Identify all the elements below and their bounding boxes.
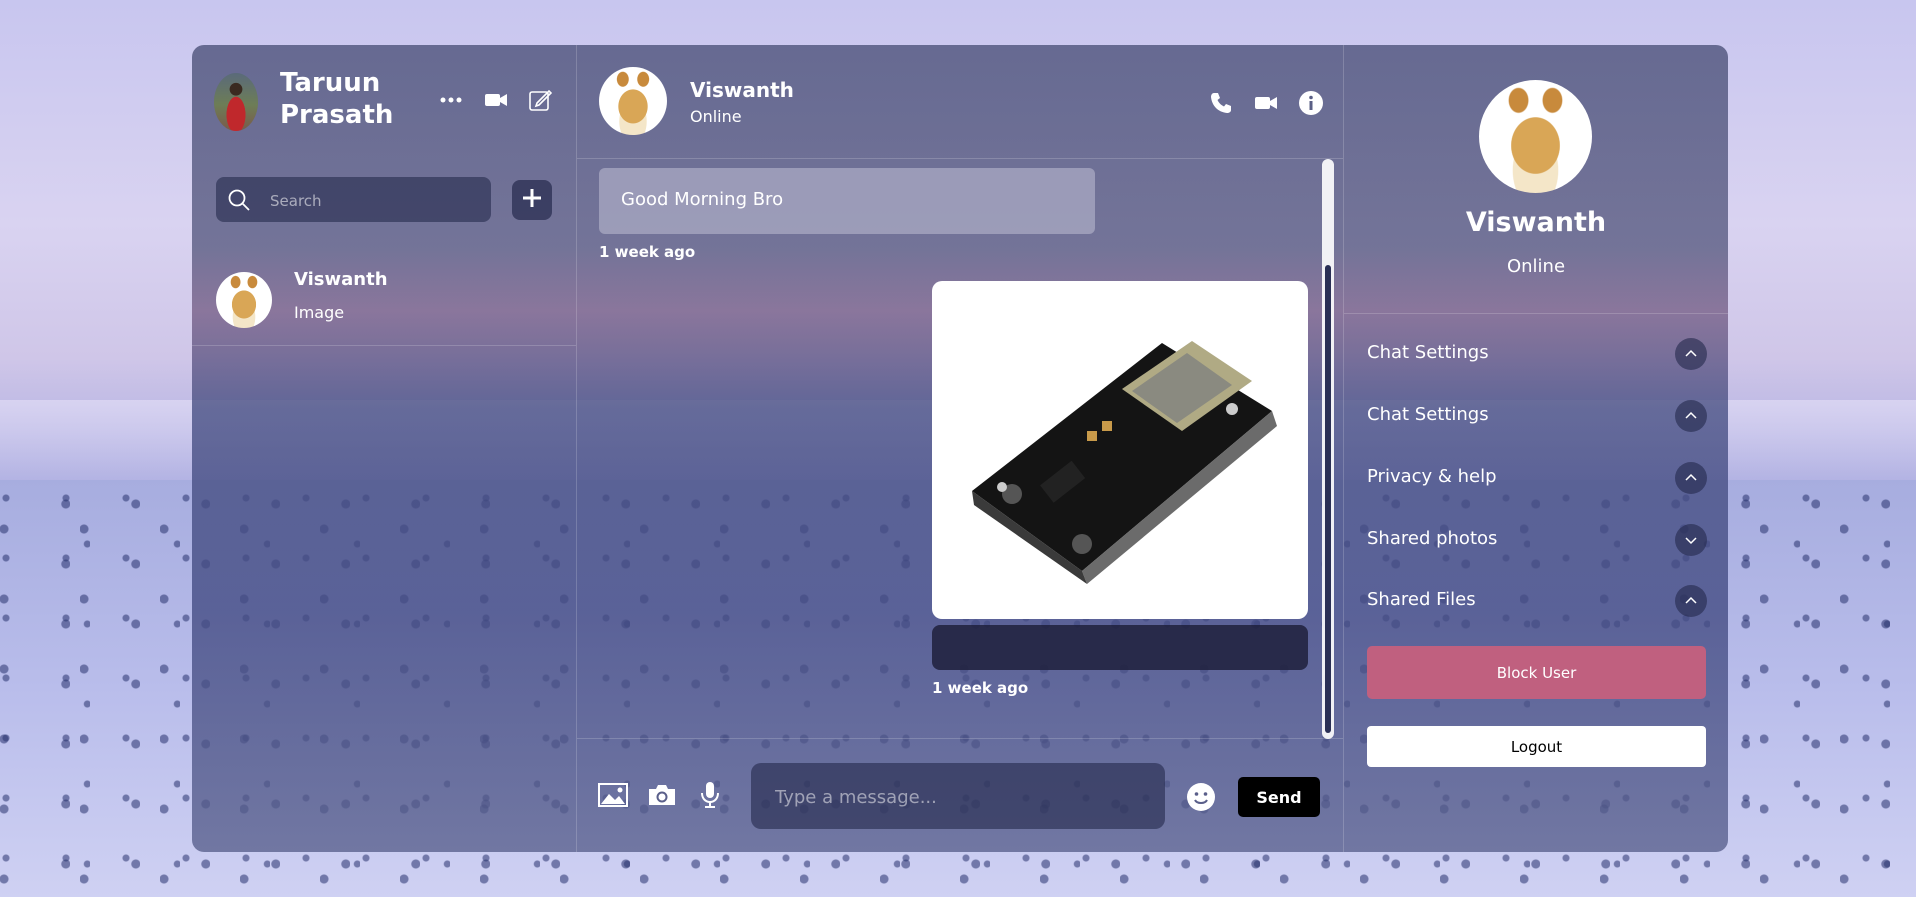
chat-avatar xyxy=(216,272,272,328)
contact-status: Online xyxy=(690,107,742,126)
search-input[interactable] xyxy=(268,177,482,224)
option-privacy-help[interactable]: Privacy & help xyxy=(1367,458,1707,498)
search-icon xyxy=(226,187,252,217)
details-name: Viswanth xyxy=(1465,207,1607,238)
incoming-message: Good Morning Bro xyxy=(599,168,1095,234)
video-icon[interactable] xyxy=(484,88,508,112)
contact-avatar[interactable] xyxy=(599,67,667,135)
message-scrollbar[interactable] xyxy=(1322,159,1334,739)
details-status: Online xyxy=(1506,256,1566,277)
chat-item-last-message: Image xyxy=(294,303,345,322)
camera-icon[interactable] xyxy=(647,783,677,811)
details-panel: Viswanth Online Chat Settings Chat Setti… xyxy=(1344,45,1728,852)
board-image xyxy=(972,341,1277,584)
chevron-up-icon[interactable] xyxy=(1675,338,1707,370)
message-text: Good Morning Bro xyxy=(621,189,784,210)
video-call-icon[interactable] xyxy=(1254,91,1278,119)
option-label: Privacy & help xyxy=(1367,466,1497,487)
chevron-down-icon[interactable] xyxy=(1675,524,1707,556)
message-timestamp: 1 week ago xyxy=(599,243,696,261)
block-user-button[interactable]: Block User xyxy=(1367,646,1706,699)
chat-list-item[interactable]: Viswanth Image xyxy=(192,253,576,346)
conversation-header: Viswanth Online xyxy=(577,45,1343,159)
emoji-icon[interactable] xyxy=(1186,782,1216,816)
conversation-panel: Viswanth Online Good Morning Bro 1 week … xyxy=(577,45,1344,852)
option-shared-photos[interactable]: Shared photos xyxy=(1367,520,1707,560)
plus-icon xyxy=(521,187,543,213)
chat-list-panel: Taruun Prasath Viswanth Image xyxy=(192,45,577,852)
current-user-name: Taruun Prasath xyxy=(280,68,394,130)
chevron-up-icon[interactable] xyxy=(1675,462,1707,494)
option-label: Shared Files xyxy=(1367,589,1476,610)
add-chat-button[interactable] xyxy=(512,180,552,220)
message-list[interactable]: Good Morning Bro 1 week ago 1 week ago xyxy=(577,159,1343,739)
scrollbar-thumb[interactable] xyxy=(1325,265,1331,733)
message-timestamp: 1 week ago xyxy=(932,679,1029,697)
more-icon[interactable] xyxy=(439,88,463,112)
send-button[interactable]: Send xyxy=(1238,777,1320,817)
image-icon[interactable] xyxy=(598,783,628,811)
option-label: Chat Settings xyxy=(1367,404,1489,425)
chat-app: Taruun Prasath Viswanth Image xyxy=(192,45,1728,852)
chat-item-name: Viswanth xyxy=(294,269,388,290)
image-caption xyxy=(932,625,1308,670)
details-header: Viswanth Online xyxy=(1344,45,1728,314)
message-input-box xyxy=(751,763,1165,831)
contact-name: Viswanth xyxy=(690,78,794,102)
mic-icon[interactable] xyxy=(699,781,721,813)
search-box xyxy=(216,177,491,224)
logout-button[interactable]: Logout xyxy=(1367,726,1706,767)
option-label: Chat Settings xyxy=(1367,342,1489,363)
message-input[interactable] xyxy=(773,763,1157,831)
chevron-up-icon[interactable] xyxy=(1675,585,1707,617)
option-chat-settings[interactable]: Chat Settings xyxy=(1367,334,1707,374)
phone-icon[interactable] xyxy=(1209,91,1233,119)
option-chat-settings-2[interactable]: Chat Settings xyxy=(1367,396,1707,436)
edit-icon[interactable] xyxy=(528,88,552,112)
option-label: Shared photos xyxy=(1367,528,1498,549)
message-composer: Send xyxy=(577,738,1343,852)
user-avatar[interactable] xyxy=(214,73,258,131)
info-icon[interactable] xyxy=(1298,90,1324,120)
image-message[interactable] xyxy=(932,281,1308,619)
details-avatar xyxy=(1479,80,1592,193)
chevron-up-icon[interactable] xyxy=(1675,400,1707,432)
option-shared-files[interactable]: Shared Files xyxy=(1367,581,1707,621)
